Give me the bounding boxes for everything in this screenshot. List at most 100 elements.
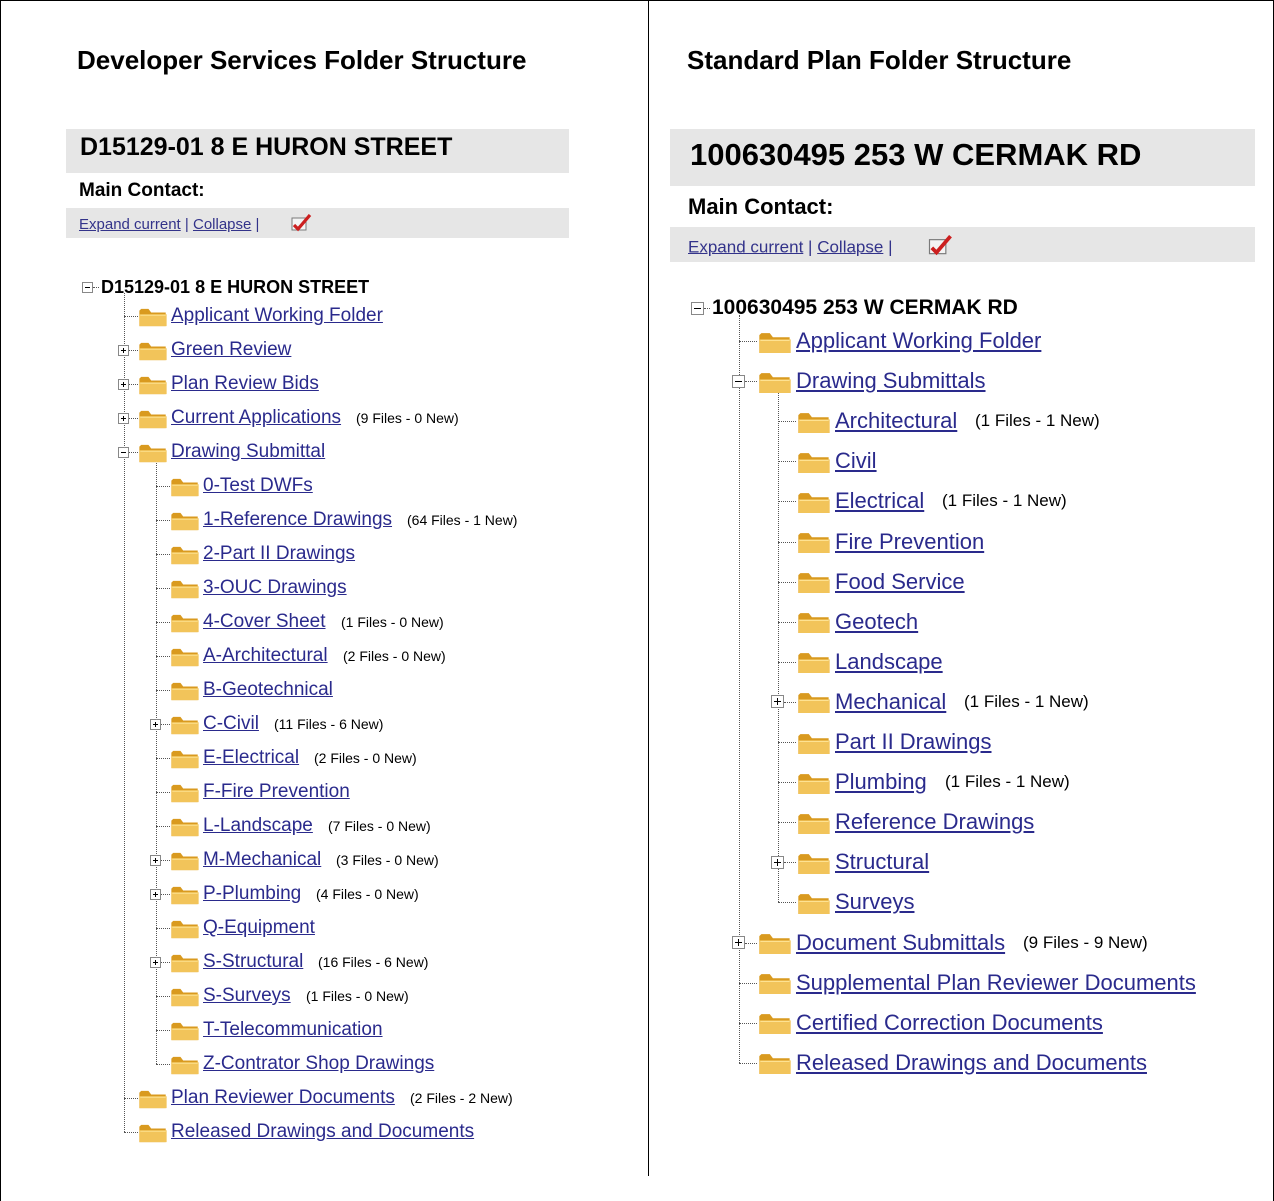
folder-icon xyxy=(796,690,832,714)
minus-box-icon[interactable] xyxy=(691,301,704,315)
right-folder-link[interactable]: Geotech xyxy=(835,602,918,642)
left-folder-link[interactable]: C-Civil xyxy=(203,707,259,741)
right-row-connector xyxy=(777,581,796,583)
right-folder-link[interactable]: Certified Correction Documents xyxy=(796,1003,1103,1043)
checkmark-pencil-icon[interactable] xyxy=(290,213,312,236)
left-panel-title: Developer Services Folder Structure xyxy=(77,45,527,75)
right-folder-link[interactable]: Part II Drawings xyxy=(835,722,992,762)
left-folder-link[interactable]: P-Plumbing xyxy=(203,877,301,911)
right-main-contact-label: Main Contact: xyxy=(688,194,834,219)
left-folder-link[interactable]: Released Drawings and Documents xyxy=(171,1115,474,1149)
plus-box-icon[interactable] xyxy=(771,855,784,869)
plus-box-icon[interactable] xyxy=(150,888,161,900)
left-folder-link[interactable]: M-Mechanical xyxy=(203,843,321,877)
left-folder-link[interactable]: E-Electrical xyxy=(203,741,299,775)
right-folder-link[interactable]: Surveys xyxy=(835,882,914,922)
plus-box-icon[interactable] xyxy=(732,936,745,950)
right-toolbar-separator: | xyxy=(888,237,893,257)
right-folder-link[interactable]: Document Submittals xyxy=(796,923,1005,963)
left-file-count: (16 Files - 6 New) xyxy=(318,954,429,970)
left-row-connector xyxy=(155,792,170,793)
left-folder-link[interactable]: Current Applications xyxy=(171,401,341,435)
right-collapse-link[interactable]: Collapse xyxy=(817,237,883,256)
left-folder-link[interactable]: Drawing Submittal xyxy=(171,435,325,469)
right-folder-link[interactable]: Fire Prevention xyxy=(835,522,984,562)
left-folder-link[interactable]: L-Landscape xyxy=(203,809,313,843)
folder-icon xyxy=(796,410,832,433)
left-row-connector xyxy=(129,452,138,453)
right-folder-link[interactable]: Landscape xyxy=(835,642,943,682)
left-row-connector xyxy=(123,316,138,317)
left-folder-link[interactable]: Plan Review Bids xyxy=(171,367,319,401)
left-folder-link[interactable]: Plan Reviewer Documents xyxy=(171,1081,395,1115)
right-row-connector xyxy=(777,902,796,904)
minus-box-icon[interactable] xyxy=(82,281,93,293)
right-folder-link[interactable]: Drawing Submittals xyxy=(796,361,986,401)
folder-icon xyxy=(138,306,168,327)
left-folder-link[interactable]: Z-Contrator Shop Drawings xyxy=(203,1047,434,1081)
plus-box-icon[interactable] xyxy=(118,344,129,356)
right-folder-link[interactable]: Mechanical xyxy=(835,682,946,722)
right-file-count: (9 Files - 9 New) xyxy=(1023,932,1148,952)
folder-icon xyxy=(170,510,200,531)
right-folder-link[interactable]: Supplemental Plan Reviewer Documents xyxy=(796,963,1196,1003)
folder-icon xyxy=(170,1054,200,1075)
minus-box-icon[interactable] xyxy=(732,374,745,388)
right-folder-link[interactable]: Plumbing xyxy=(835,762,927,802)
folder-icon xyxy=(796,570,832,594)
folder-icon xyxy=(138,408,168,429)
checkmark-pencil-icon[interactable] xyxy=(927,234,953,261)
left-row-connector xyxy=(155,826,170,827)
right-expand-current-link[interactable]: Expand current xyxy=(688,237,803,256)
right-folder-link[interactable]: Reference Drawings xyxy=(835,802,1034,842)
left-folder-link[interactable]: S-Structural xyxy=(203,945,303,979)
folder-icon xyxy=(757,330,793,353)
folder-icon xyxy=(796,811,832,834)
left-row-connector xyxy=(155,622,170,623)
right-folder-link[interactable]: Electrical xyxy=(835,481,924,521)
plus-box-icon[interactable] xyxy=(118,378,129,390)
left-folder-link[interactable]: 2-Part II Drawings xyxy=(203,537,355,571)
left-expand-current-link[interactable]: Expand current xyxy=(79,216,181,233)
left-row-connector xyxy=(161,724,170,725)
left-folder-link[interactable]: S-Surveys xyxy=(203,979,291,1013)
left-folder-link[interactable]: 4-Cover Sheet xyxy=(203,605,326,639)
folder-icon xyxy=(170,884,200,905)
left-row-connector xyxy=(161,860,170,861)
folder-icon xyxy=(138,1122,168,1143)
plus-box-icon[interactable] xyxy=(150,718,161,730)
left-folder-link[interactable]: Q-Equipment xyxy=(203,911,315,945)
right-folder-link[interactable]: Architectural xyxy=(835,401,957,441)
left-collapse-link[interactable]: Collapse xyxy=(193,216,251,233)
right-folder-link[interactable]: Structural xyxy=(835,842,929,882)
plus-box-icon[interactable] xyxy=(771,695,784,709)
right-row-connector xyxy=(745,381,757,383)
left-folder-link[interactable]: A-Architectural xyxy=(203,639,328,673)
plus-box-icon[interactable] xyxy=(150,956,161,968)
left-row-connector xyxy=(129,350,138,351)
right-folder-link[interactable]: Applicant Working Folder xyxy=(796,321,1041,361)
plus-box-icon[interactable] xyxy=(118,412,129,424)
left-folder-link[interactable]: 1-Reference Drawings xyxy=(203,503,392,537)
left-folder-link[interactable]: 3-OUC Drawings xyxy=(203,571,347,605)
folder-icon xyxy=(170,986,200,1007)
left-folder-link[interactable]: 0-Test DWFs xyxy=(203,469,313,503)
left-folder-link[interactable]: F-Fire Prevention xyxy=(203,775,350,809)
left-row-connector xyxy=(155,656,170,657)
left-row-connector xyxy=(161,894,170,895)
left-folder-link[interactable]: Green Review xyxy=(171,333,291,367)
left-folder-link[interactable]: Applicant Working Folder xyxy=(171,299,383,333)
right-panel-title: Standard Plan Folder Structure xyxy=(687,45,1072,75)
minus-box-icon[interactable] xyxy=(118,446,129,458)
folder-icon xyxy=(170,1020,200,1041)
left-folder-link[interactable]: T-Telecommunication xyxy=(203,1013,383,1047)
left-row-connector xyxy=(123,1098,138,1099)
left-file-count: (2 Files - 2 New) xyxy=(410,1090,513,1106)
right-row-connector xyxy=(777,782,796,784)
left-folder-link[interactable]: B-Geotechnical xyxy=(203,673,333,707)
right-folder-link[interactable]: Civil xyxy=(835,441,877,481)
plus-box-icon[interactable] xyxy=(150,854,161,866)
folder-icon xyxy=(796,610,832,634)
right-folder-link[interactable]: Released Drawings and Documents xyxy=(796,1043,1147,1083)
right-folder-link[interactable]: Food Service xyxy=(835,562,965,602)
